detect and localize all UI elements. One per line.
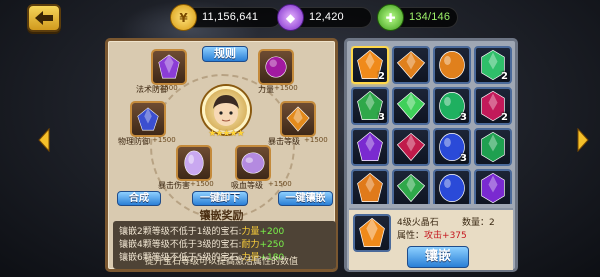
gem-icon <box>158 54 180 79</box>
reward-footer: 提升宝石等级可以提高激活属性的数值 <box>144 257 298 267</box>
gem-icon <box>481 131 505 163</box>
next-arrow-icon[interactable] <box>577 128 589 152</box>
reward-line-2: 镶嵌4颗等级不低于3级的宝石:耐力+250 <box>119 240 285 250</box>
gem-cell[interactable]: 3 <box>351 87 389 125</box>
gem-name: 4级火晶石 <box>397 218 439 228</box>
slot-label-crit-dmg: 暴击伤害 <box>158 181 190 190</box>
reward-line-1: 镶嵌2颗等级不低于1级的宝石:力量+200 <box>119 227 285 237</box>
slot-label-strength: 力量 <box>258 85 274 94</box>
compose-button[interactable]: 合成 <box>117 191 161 206</box>
gem-icon <box>357 172 383 202</box>
fire-crystal-icon <box>359 217 385 247</box>
gem-icon <box>439 51 465 79</box>
gem-icon <box>184 150 204 176</box>
gem-cell[interactable] <box>474 128 512 166</box>
gem-count: 3 <box>460 112 467 123</box>
gem-slot-crit-dmg[interactable] <box>176 145 212 181</box>
gem-cell[interactable]: 2 <box>351 46 389 84</box>
gem-icon <box>439 174 465 202</box>
slot-value-lifesteal: +1500 <box>268 180 292 188</box>
gem-count: 3 <box>378 112 385 123</box>
slot-value-crit-level: +1500 <box>304 136 328 144</box>
gem-count: 3 <box>460 153 467 164</box>
gem-icon <box>357 131 383 161</box>
gem-count: 2 <box>378 71 385 82</box>
gem-count: 2 <box>501 112 508 123</box>
hero-portrait-icon <box>213 95 239 126</box>
gem-slot-phys-def[interactable] <box>130 101 166 137</box>
gold-resource: ¥ 11,156,641 <box>170 4 281 31</box>
gem-quantity: 数量：2 <box>462 218 495 228</box>
gem-icon <box>396 91 426 121</box>
gold-coin-icon: ¥ <box>170 4 197 31</box>
slot-value-crit-dmg: +1500 <box>190 180 214 188</box>
gem-cell[interactable] <box>392 87 430 125</box>
slot-label-lifesteal: 吸血等级 <box>231 181 263 190</box>
slot-label-crit-level: 暴击等级 <box>268 137 300 146</box>
gem-cell[interactable]: 3 <box>433 87 471 125</box>
gem-attribute: 属性：攻击+375 <box>397 231 467 241</box>
diamond-resource: ◆ 12,420 <box>277 4 372 31</box>
gem-detail: 4级火晶石 数量：2 属性：攻击+375 镶嵌 <box>349 208 513 270</box>
gem-cell[interactable]: 3 <box>433 128 471 166</box>
gem-inventory-panel: 2 2 3 3 2 3 4级火晶石 数量：2 属性：攻击+375 镶嵌 <box>344 38 518 272</box>
gem-icon <box>481 172 505 204</box>
gem-cell[interactable] <box>392 128 430 166</box>
gem-icon <box>396 50 426 80</box>
diamond-value: 12,420 <box>309 11 344 23</box>
gem-cell[interactable] <box>433 169 471 204</box>
gem-cell[interactable] <box>474 169 512 204</box>
gem-cell[interactable] <box>392 169 430 204</box>
slot-value-strength: +1500 <box>274 84 298 92</box>
back-button[interactable] <box>27 4 61 32</box>
prev-arrow-icon[interactable] <box>38 128 50 152</box>
gem-cell[interactable] <box>433 46 471 84</box>
gem-cell[interactable] <box>351 169 389 204</box>
hero-stars: ★★★★★ <box>208 129 244 139</box>
gem-slot-crit-level[interactable] <box>280 101 316 137</box>
gem-cell[interactable]: 2 <box>474 87 512 125</box>
gem-count: 2 <box>501 71 508 82</box>
gem-icon <box>396 132 426 162</box>
slot-value-phys-def: +1500 <box>152 136 176 144</box>
gem-icon <box>265 56 287 78</box>
selected-gem-icon <box>353 214 391 252</box>
gem-icon <box>286 106 310 132</box>
hero-avatar[interactable] <box>202 86 250 134</box>
gem-icon <box>396 173 426 203</box>
gem-grid: 2 2 3 3 2 3 <box>351 46 513 204</box>
gem-cell[interactable] <box>392 46 430 84</box>
gem-cell[interactable] <box>351 128 389 166</box>
unload-all-button[interactable]: 一键卸下 <box>192 191 248 206</box>
rules-button[interactable]: 规则 <box>202 46 248 62</box>
inlay-button[interactable]: 镶嵌 <box>407 246 469 268</box>
diamond-gem-icon: ◆ <box>277 4 304 31</box>
stamina-value: 134/146 <box>409 11 451 23</box>
gem-slot-magic-def[interactable] <box>151 49 187 85</box>
gem-icon <box>241 152 265 174</box>
inlay-panel: 规则 法术防御 +1500 力量 +1500 物理防御 +1500 暴击等级 +… <box>105 38 338 272</box>
back-arrow-icon <box>35 11 53 25</box>
gem-icon <box>137 107 159 131</box>
slot-label-phys-def: 物理防御 <box>118 137 150 146</box>
gem-slot-strength[interactable] <box>258 49 294 85</box>
slot-value-magic-def: +1500 <box>154 84 178 92</box>
gem-slot-lifesteal[interactable] <box>235 145 271 181</box>
gold-value: 11,156,641 <box>202 11 259 23</box>
inlay-all-button[interactable]: 一键镶嵌 <box>278 191 333 206</box>
gem-cell[interactable]: 2 <box>474 46 512 84</box>
stamina-resource: ✚ 134/146 <box>377 4 458 31</box>
stamina-icon: ✚ <box>377 4 404 31</box>
